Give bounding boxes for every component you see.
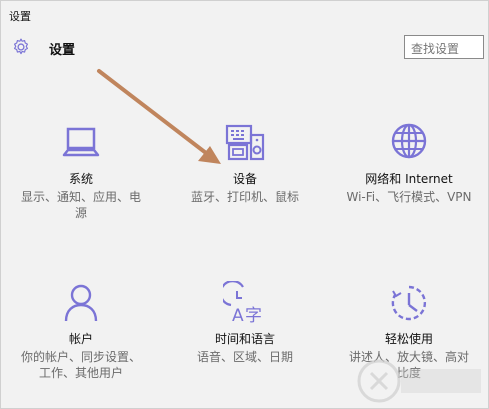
tile-desc-line: 源 — [74, 206, 87, 220]
tile-description: 蓝牙、打印机、鼠标 — [165, 189, 325, 205]
watermark-logo — [357, 359, 481, 403]
tile-description: 你的帐户、同步设置、 工作、其他用户 — [1, 349, 161, 381]
ease-of-access-icon — [391, 285, 427, 321]
tile-desc-line: 工作、其他用户 — [38, 366, 123, 380]
window-title: 设置 — [9, 10, 31, 23]
tile-description: 语音、区域、日期 — [165, 349, 325, 365]
tile-label: 网络和 Internet — [365, 172, 453, 186]
tile-label: 系统 — [68, 172, 93, 186]
svg-text:A: A — [232, 306, 244, 325]
tile-label: 设备 — [232, 172, 257, 186]
laptop-icon — [62, 127, 100, 157]
time-language-icon: A 字 — [223, 281, 262, 325]
tile-label: 帐户 — [68, 332, 93, 346]
tile-desc-line: 蓝牙、打印机、鼠标 — [190, 190, 299, 204]
tile-desc-line: 你的帐户、同步设置、 — [20, 350, 141, 364]
svg-text:字: 字 — [245, 306, 262, 325]
tile-accounts[interactable]: 帐户 你的帐户、同步设置、 工作、其他用户 — [1, 281, 161, 381]
page-title: 设置 — [49, 43, 76, 58]
tile-label: 时间和语言 — [214, 332, 275, 346]
gear-icon — [14, 38, 28, 55]
tile-network[interactable]: 网络和 Internet Wi-Fi、飞行模式、VPN — [329, 121, 489, 205]
tile-system[interactable]: 系统 显示、通知、应用、电 源 — [1, 121, 161, 221]
settings-window: 设置 设置 系统 显示、通知、应用、电 源 — [0, 0, 489, 409]
tile-desc-line: Wi-Fi、飞行模式、VPN — [346, 190, 472, 204]
person-icon — [64, 284, 98, 322]
tile-time-language[interactable]: A 字 时间和语言 语音、区域、日期 — [165, 281, 325, 365]
tile-desc-line: 语音、区域、日期 — [196, 350, 293, 364]
globe-icon — [391, 123, 427, 159]
devices-icon — [225, 124, 265, 161]
search-input[interactable] — [404, 35, 484, 59]
tile-devices[interactable]: 设备 蓝牙、打印机、鼠标 — [165, 121, 325, 205]
tile-description: 显示、通知、应用、电 源 — [1, 189, 161, 221]
tile-description: Wi-Fi、飞行模式、VPN — [329, 189, 489, 205]
tile-desc-line: 显示、通知、应用、电 — [20, 190, 141, 204]
